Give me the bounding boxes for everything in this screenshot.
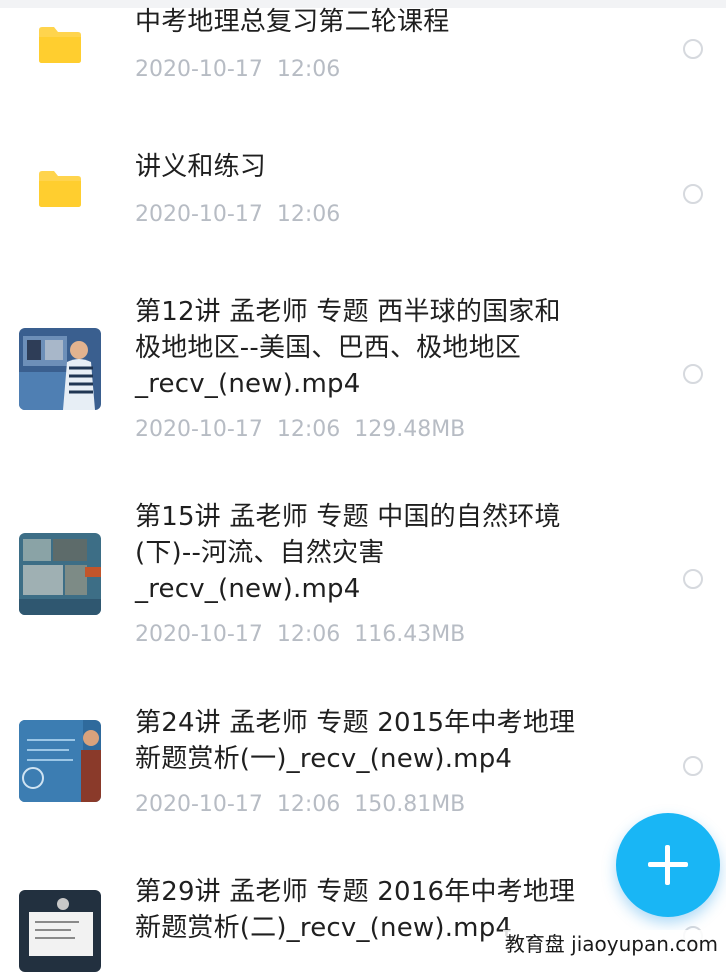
file-meta: 2020-10-17 12:06 [135, 202, 341, 227]
select-radio[interactable] [683, 364, 703, 384]
file-meta: 2020-10-17 12:06 [135, 57, 341, 82]
folder-icon [39, 171, 81, 207]
select-radio[interactable] [683, 39, 703, 59]
file-name: 讲义和练习 [135, 152, 267, 182]
file-meta: 2020-10-17 12:06 129.48MB [135, 417, 466, 442]
select-radio[interactable] [683, 569, 703, 589]
add-button[interactable] [616, 813, 720, 917]
file-name: 第15讲 孟老师 专题 中国的自然环境 (下)--河流、自然灾害 _recv_(… [135, 502, 561, 604]
select-radio[interactable] [683, 756, 703, 776]
file-name: 第24讲 孟老师 专题 2015年中考地理 新题赏析(一)_recv_(new)… [135, 708, 576, 774]
file-meta: 2020-10-17 12:06 116.43MB [135, 622, 466, 647]
file-name: 第12讲 孟老师 专题 西半球的国家和 极地地区--美国、巴西、极地地区 _re… [135, 297, 561, 399]
file-meta: 2020-10-17 12:06 150.81MB [135, 792, 466, 817]
watermark: 教育盘 jiaoyupan.com [502, 930, 720, 958]
video-thumbnail [19, 720, 101, 802]
file-name: 中考地理总复习第二轮课程 [135, 7, 450, 37]
video-thumbnail [19, 328, 101, 410]
select-radio[interactable] [683, 184, 703, 204]
folder-icon [39, 27, 81, 63]
video-thumbnail [19, 533, 101, 615]
